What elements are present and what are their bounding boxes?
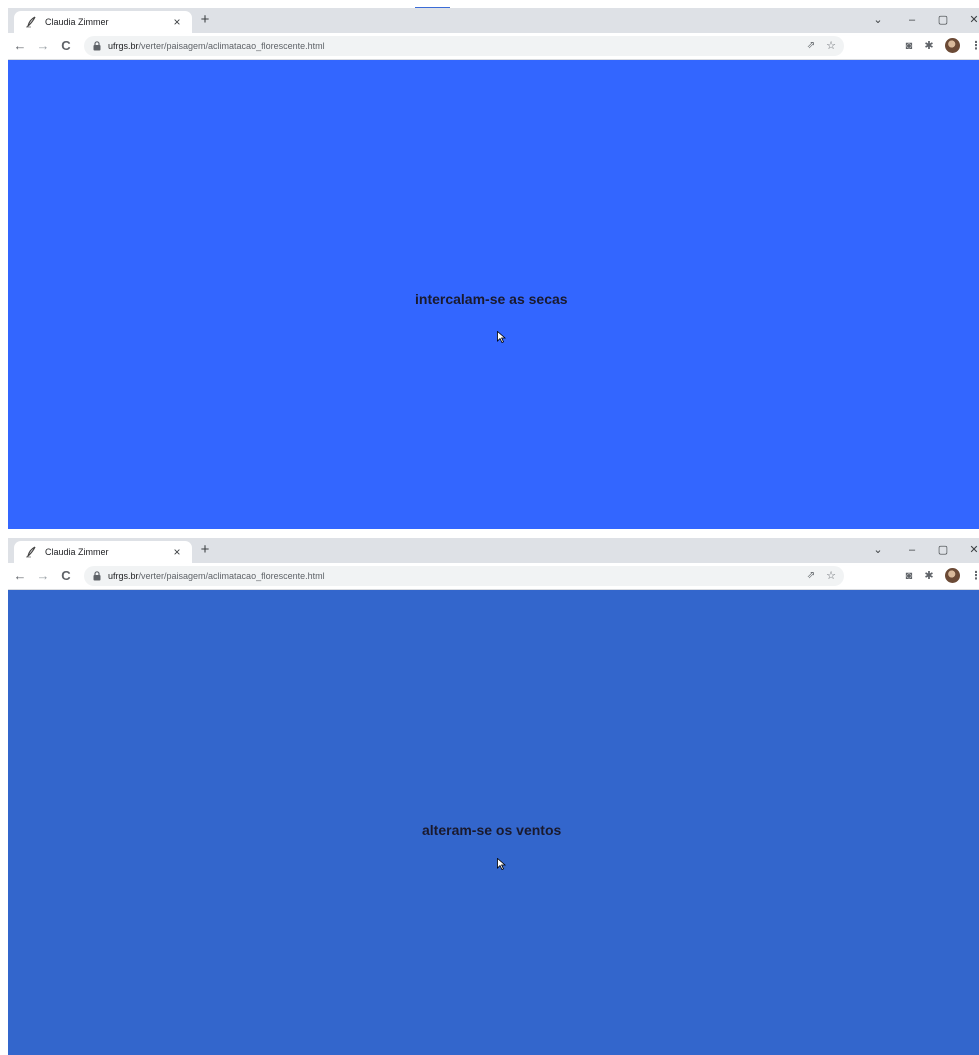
reload-button[interactable]: C	[58, 38, 74, 54]
reload-button[interactable]: C	[58, 568, 74, 584]
back-button[interactable]: ←	[12, 568, 28, 584]
poem-line: alteram-se os ventos	[422, 822, 562, 838]
tab-title: Claudia Zimmer	[45, 547, 109, 557]
screenshot-icon[interactable]: ◙	[901, 568, 917, 584]
url-host: ufrgs.br	[108, 41, 139, 51]
restore-button[interactable]: ▢	[935, 12, 951, 28]
tab-close-icon[interactable]: ×	[170, 15, 184, 29]
minimize-button[interactable]: –	[904, 542, 920, 558]
url-text: ufrgs.br/verter/paisagem/aclimatacao_flo…	[108, 571, 325, 581]
url-path: /verter/paisagem/aclimatacao_florescente…	[138, 41, 325, 51]
browser-window-2: Claudia Zimmer × + ⌄ – ▢ ✕ ← → C ufrgs.b…	[8, 538, 979, 1055]
lock-icon[interactable]	[92, 41, 102, 51]
quill-favicon-icon	[25, 16, 37, 28]
address-toolbar: ← → C ufrgs.br/verter/paisagem/aclimatac…	[8, 563, 979, 590]
page-content: intercalam-se as secas	[8, 60, 979, 529]
share-icon[interactable]: ⇗	[804, 569, 818, 583]
url-path: /verter/paisagem/aclimatacao_florescente…	[138, 571, 325, 581]
tab-title: Claudia Zimmer	[45, 17, 109, 27]
profile-avatar[interactable]	[945, 568, 960, 583]
tab-search-dropdown-icon[interactable]: ⌄	[870, 12, 886, 28]
close-window-button[interactable]: ✕	[966, 542, 979, 558]
top-strip	[0, 0, 979, 9]
tab-bar: Claudia Zimmer × + ⌄ – ▢ ✕	[8, 8, 979, 33]
back-button[interactable]: ←	[12, 38, 28, 54]
browser-tab[interactable]: Claudia Zimmer ×	[14, 541, 192, 563]
profile-avatar[interactable]	[945, 38, 960, 53]
lock-icon[interactable]	[92, 571, 102, 581]
minimize-button[interactable]: –	[904, 12, 920, 28]
address-bar[interactable]: ufrgs.br/verter/paisagem/aclimatacao_flo…	[84, 566, 844, 586]
restore-button[interactable]: ▢	[935, 542, 951, 558]
share-icon[interactable]: ⇗	[804, 39, 818, 53]
new-tab-button[interactable]: +	[197, 12, 213, 28]
screenshot-icon[interactable]: ◙	[901, 38, 917, 54]
url-host: ufrgs.br	[108, 571, 139, 581]
poem-line: intercalam-se as secas	[415, 291, 568, 307]
browser-tab[interactable]: Claudia Zimmer ×	[14, 11, 192, 33]
extensions-icon[interactable]: ✱	[921, 568, 937, 584]
address-toolbar: ← → C ufrgs.br/verter/paisagem/aclimatac…	[8, 33, 979, 60]
browser-window-1: Claudia Zimmer × + ⌄ – ▢ ✕ ← → C ufrgs.b…	[8, 8, 979, 529]
menu-icon[interactable]: ⋮	[968, 568, 979, 584]
tab-search-dropdown-icon[interactable]: ⌄	[870, 542, 886, 558]
mouse-pointer-icon	[497, 330, 507, 344]
forward-button[interactable]: →	[35, 568, 51, 584]
close-window-button[interactable]: ✕	[966, 12, 979, 28]
page-content: alteram-se os ventos	[8, 590, 979, 1055]
bookmark-star-icon[interactable]: ☆	[824, 39, 838, 53]
menu-icon[interactable]: ⋮	[968, 38, 979, 54]
mouse-pointer-icon	[497, 857, 507, 871]
bookmark-star-icon[interactable]: ☆	[824, 569, 838, 583]
new-tab-button[interactable]: +	[197, 542, 213, 558]
extensions-icon[interactable]: ✱	[921, 38, 937, 54]
forward-button[interactable]: →	[35, 38, 51, 54]
quill-favicon-icon	[25, 546, 37, 558]
tab-bar: Claudia Zimmer × + ⌄ – ▢ ✕	[8, 538, 979, 563]
address-bar[interactable]: ufrgs.br/verter/paisagem/aclimatacao_flo…	[84, 36, 844, 56]
url-text: ufrgs.br/verter/paisagem/aclimatacao_flo…	[108, 41, 325, 51]
tab-close-icon[interactable]: ×	[170, 545, 184, 559]
